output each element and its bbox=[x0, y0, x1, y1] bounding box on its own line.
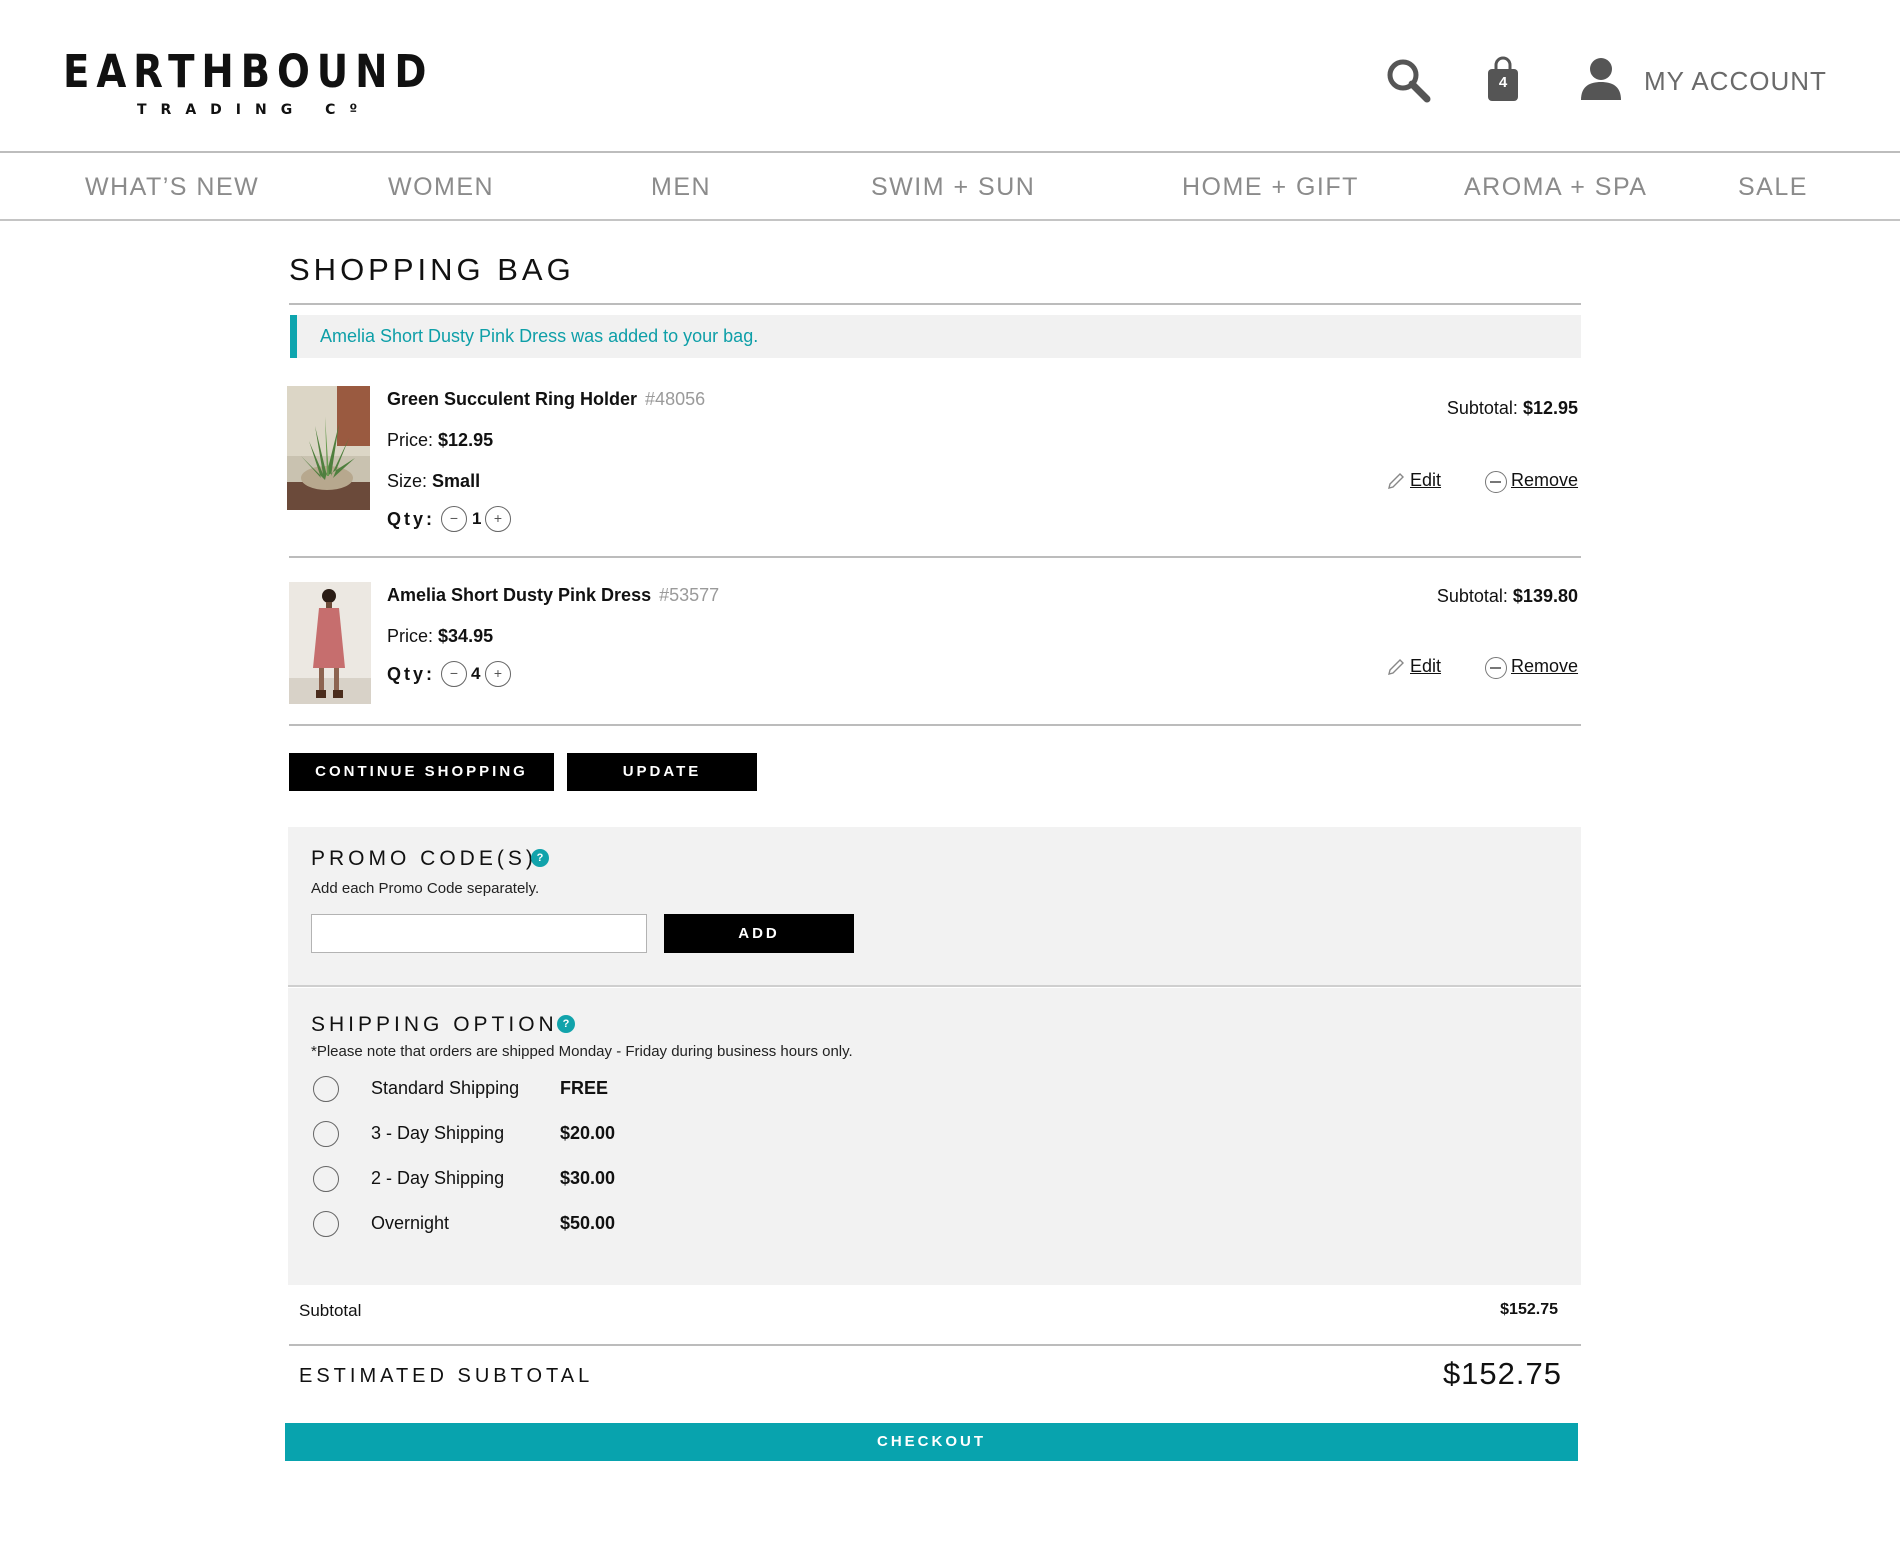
divider bbox=[289, 724, 1581, 726]
remove-item-link[interactable]: Remove bbox=[1511, 470, 1578, 491]
divider bbox=[289, 303, 1581, 305]
my-account-link[interactable]: MY ACCOUNT bbox=[1644, 66, 1827, 97]
nav-item-swim-sun[interactable]: SWIM + SUN bbox=[871, 173, 1035, 202]
shipping-title: SHIPPING OPTIONS bbox=[311, 1013, 576, 1036]
remove-item-link[interactable]: Remove bbox=[1511, 656, 1578, 677]
promo-code-panel: PROMO CODE(S) ? Add each Promo Code sepa… bbox=[288, 827, 1581, 987]
pencil-icon[interactable] bbox=[1386, 657, 1406, 677]
pencil-icon[interactable] bbox=[1386, 471, 1406, 491]
price-value: $12.95 bbox=[438, 430, 494, 450]
main-navigation: WHAT’S NEW WOMEN MEN SWIM + SUN HOME + G… bbox=[0, 155, 1900, 221]
nav-item-women[interactable]: WOMEN bbox=[388, 173, 494, 202]
shipping-option-price: $50.00 bbox=[560, 1213, 616, 1233]
checkout-button[interactable]: CHECKOUT bbox=[285, 1423, 1578, 1461]
order-subtotal-label: Subtotal bbox=[299, 1301, 362, 1320]
user-icon[interactable] bbox=[1580, 56, 1622, 102]
qty-decrease-button[interactable]: − bbox=[441, 506, 467, 532]
qty-label: Qty: bbox=[387, 664, 435, 684]
product-sku: #53577 bbox=[659, 585, 720, 605]
shipping-radio-overnight[interactable] bbox=[313, 1211, 339, 1237]
product-sku: #48056 bbox=[645, 389, 706, 409]
promo-note: Add each Promo Code separately. bbox=[311, 880, 540, 897]
help-icon[interactable]: ? bbox=[531, 849, 549, 867]
shipping-option-name[interactable]: 3 - Day Shipping bbox=[371, 1123, 504, 1144]
product-name-text[interactable]: Green Succulent Ring Holder bbox=[387, 389, 637, 409]
subtotal-value: $12.95 bbox=[1522, 398, 1578, 418]
edit-item-link[interactable]: Edit bbox=[1410, 656, 1441, 677]
site-logo[interactable]: EARTHBOUND TRADING Cº bbox=[63, 45, 434, 119]
shopping-bag-icon[interactable]: 4 bbox=[1487, 56, 1519, 102]
item-subtotal: Subtotal: $139.80 bbox=[1437, 586, 1578, 607]
search-icon[interactable] bbox=[1385, 57, 1431, 103]
qty-increase-button[interactable]: + bbox=[485, 506, 511, 532]
bag-count-badge: 4 bbox=[1498, 74, 1508, 91]
estimated-subtotal-value: $152.75 bbox=[1442, 1356, 1562, 1391]
shipping-option-price: FREE bbox=[560, 1078, 609, 1098]
added-to-bag-notice: Amelia Short Dusty Pink Dress was added … bbox=[290, 315, 1581, 358]
nav-item-sale[interactable]: SALE bbox=[1738, 173, 1808, 202]
shipping-note: *Please note that orders are shipped Mon… bbox=[311, 1043, 853, 1060]
shipping-option-name[interactable]: 2 - Day Shipping bbox=[371, 1168, 504, 1189]
promo-title: PROMO CODE(S) bbox=[311, 847, 537, 870]
continue-shopping-button[interactable]: CONTINUE SHOPPING bbox=[289, 753, 554, 791]
page-title: SHOPPING BAG bbox=[289, 252, 575, 287]
item-subtotal: Subtotal: $12.95 bbox=[1447, 398, 1578, 419]
shipping-option-name[interactable]: Standard Shipping bbox=[371, 1078, 519, 1099]
shipping-radio-3-day[interactable] bbox=[313, 1121, 339, 1147]
price-value: $34.95 bbox=[438, 626, 494, 646]
shipping-radio-standard[interactable] bbox=[313, 1076, 339, 1102]
nav-item-home-gift[interactable]: HOME + GIFT bbox=[1182, 173, 1359, 202]
product-name[interactable]: Amelia Short Dusty Pink Dress #53577 bbox=[387, 585, 719, 606]
product-name[interactable]: Green Succulent Ring Holder #48056 bbox=[387, 389, 705, 410]
divider bbox=[289, 556, 1581, 558]
remove-circle-icon[interactable] bbox=[1485, 657, 1507, 679]
product-image-dress[interactable] bbox=[289, 582, 371, 704]
shipping-options-panel: SHIPPING OPTIONS ? *Please note that ord… bbox=[288, 988, 1581, 1285]
logo-tagline: TRADING Cº bbox=[137, 102, 372, 118]
help-icon[interactable]: ? bbox=[557, 1015, 575, 1033]
qty-label: Qty: bbox=[387, 509, 435, 529]
site-header: EARTHBOUND TRADING Cº 4 MY ACCOUNT bbox=[0, 0, 1900, 153]
promo-code-input[interactable] bbox=[311, 914, 647, 953]
product-name-text[interactable]: Amelia Short Dusty Pink Dress bbox=[387, 585, 651, 605]
qty-decrease-button[interactable]: − bbox=[441, 661, 467, 687]
divider bbox=[289, 1344, 1581, 1346]
edit-item-link[interactable]: Edit bbox=[1410, 470, 1441, 491]
qty-increase-button[interactable]: + bbox=[485, 661, 511, 687]
shipping-option-price: $20.00 bbox=[560, 1123, 616, 1143]
price-label: Price: bbox=[387, 626, 434, 646]
qty-value: 4 bbox=[471, 664, 481, 683]
subtotal-label: Subtotal: bbox=[1436, 586, 1508, 606]
size-label: Size: bbox=[387, 471, 428, 491]
subtotal-value: $139.80 bbox=[1512, 586, 1578, 606]
subtotal-label: Subtotal: bbox=[1446, 398, 1518, 418]
update-button[interactable]: UPDATE bbox=[567, 753, 757, 791]
product-image-succulent[interactable] bbox=[287, 386, 370, 510]
product-size: Size: Small bbox=[387, 471, 480, 492]
size-value: Small bbox=[432, 471, 481, 491]
logo-wordmark: EARTHBOUND bbox=[63, 45, 434, 98]
order-subtotal-value: $152.75 bbox=[1500, 1301, 1558, 1318]
shipping-radio-2-day[interactable] bbox=[313, 1166, 339, 1192]
nav-item-men[interactable]: MEN bbox=[651, 173, 711, 202]
estimated-subtotal-label: ESTIMATED SUBTOTAL bbox=[299, 1365, 594, 1387]
add-promo-button[interactable]: ADD bbox=[664, 914, 854, 953]
remove-circle-icon[interactable] bbox=[1485, 471, 1507, 493]
nav-item-whats-new[interactable]: WHAT’S NEW bbox=[85, 173, 259, 202]
qty-value: 1 bbox=[472, 509, 482, 528]
product-price: Price: $12.95 bbox=[387, 430, 493, 451]
product-price: Price: $34.95 bbox=[387, 626, 493, 647]
notice-text: Amelia Short Dusty Pink Dress was added … bbox=[320, 326, 759, 346]
shipping-option-name[interactable]: Overnight bbox=[371, 1213, 449, 1234]
shipping-option-price: $30.00 bbox=[560, 1168, 616, 1188]
price-label: Price: bbox=[387, 430, 434, 450]
nav-item-aroma-spa[interactable]: AROMA + SPA bbox=[1464, 173, 1647, 202]
